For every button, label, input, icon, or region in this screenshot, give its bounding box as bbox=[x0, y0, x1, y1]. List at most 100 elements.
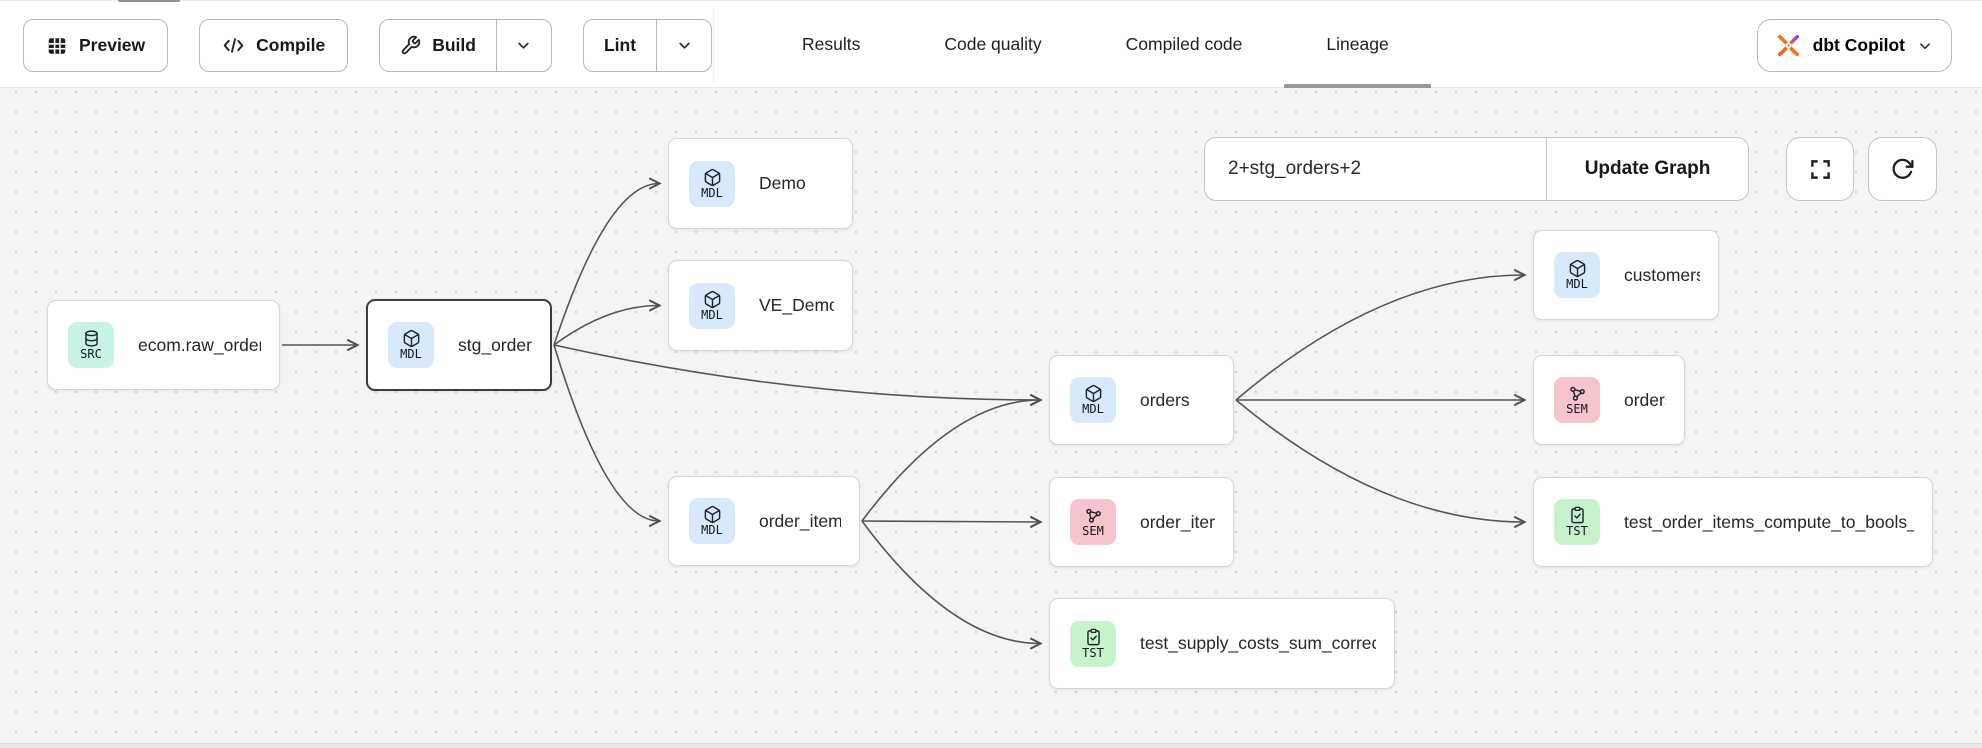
test-icon bbox=[1568, 506, 1587, 525]
lineage-canvas[interactable]: SRCecom.raw_ordersMDLstg_ordersMDLDemoMD… bbox=[0, 88, 1982, 748]
edge-order_items-to-test_supply bbox=[862, 521, 1040, 644]
build-split-button: Build bbox=[379, 19, 552, 72]
lint-button-label: Lint bbox=[604, 35, 636, 56]
node-type-badge: SEM bbox=[1070, 499, 1116, 545]
dbt-copilot-button[interactable]: dbt Copilot bbox=[1757, 19, 1952, 72]
lineage-selector-input[interactable] bbox=[1205, 138, 1546, 200]
model-icon bbox=[703, 290, 722, 309]
build-dropdown-button[interactable] bbox=[496, 20, 551, 71]
dbt-copilot-icon bbox=[1775, 32, 1802, 59]
editor-toolbar: Preview Compile Build Lint bbox=[23, 19, 712, 72]
edge-stg_orders-to-orders_mdl bbox=[554, 345, 1040, 400]
node-test_order_items[interactable]: TST test_order_items_compute_to_bools_c..… bbox=[1533, 477, 1933, 567]
node-type-badge: MDL bbox=[1554, 252, 1600, 298]
wrench-icon bbox=[400, 35, 421, 56]
node-orders_mdl[interactable]: MDL orders bbox=[1049, 355, 1234, 445]
fullscreen-icon bbox=[1808, 157, 1833, 182]
refresh-graph-button[interactable] bbox=[1868, 137, 1937, 201]
node-type-label: TST bbox=[1566, 525, 1588, 538]
node-ve_demo[interactable]: MDL VE_Demo bbox=[668, 260, 853, 351]
tab-code-quality[interactable]: Code quality bbox=[902, 0, 1083, 88]
node-label: Demo bbox=[759, 173, 806, 194]
node-type-label: SEM bbox=[1082, 525, 1104, 538]
node-type-badge: MDL bbox=[1070, 377, 1116, 423]
node-order_items[interactable]: MDL order_items bbox=[668, 476, 860, 566]
node-type-badge: MDL bbox=[689, 498, 735, 544]
chevron-down-icon bbox=[514, 36, 533, 55]
node-type-label: MDL bbox=[701, 187, 723, 200]
lint-button[interactable]: Lint bbox=[584, 20, 656, 71]
top-scroll-fragment bbox=[118, 0, 180, 2]
node-label: test_supply_costs_sum_correctly bbox=[1140, 633, 1376, 654]
node-type-label: MDL bbox=[701, 309, 723, 322]
refresh-icon bbox=[1890, 157, 1915, 182]
node-label: VE_Demo bbox=[759, 295, 834, 316]
model-icon bbox=[1568, 259, 1587, 278]
node-type-badge: TST bbox=[1554, 499, 1600, 545]
node-type-badge: MDL bbox=[388, 322, 434, 368]
table-icon bbox=[46, 35, 68, 57]
node-customers[interactable]: MDL customers bbox=[1533, 230, 1719, 320]
lint-dropdown-button[interactable] bbox=[656, 20, 711, 71]
compile-button-label: Compile bbox=[256, 35, 325, 56]
lineage-filter-group: Update Graph bbox=[1204, 137, 1749, 201]
preview-button-label: Preview bbox=[79, 35, 145, 56]
node-type-label: SRC bbox=[80, 348, 102, 361]
node-type-label: MDL bbox=[1082, 403, 1104, 416]
fullscreen-button[interactable] bbox=[1786, 137, 1854, 201]
node-type-badge: MDL bbox=[689, 161, 735, 207]
header-bar: Preview Compile Build Lint ResultsCode q… bbox=[0, 0, 1982, 88]
node-type-label: MDL bbox=[400, 348, 422, 361]
node-type-label: MDL bbox=[701, 524, 723, 537]
result-tabs: ResultsCode qualityCompiled codeLineage bbox=[760, 0, 1431, 88]
node-type-badge: TST bbox=[1070, 621, 1116, 667]
node-raw_orders[interactable]: SRC ecom.raw_orders bbox=[47, 300, 280, 390]
model-icon bbox=[1084, 384, 1103, 403]
semantic-model-icon bbox=[1084, 506, 1103, 525]
edge-order_items-to-orders_mdl bbox=[862, 400, 1040, 521]
node-type-badge: SRC bbox=[68, 322, 114, 368]
edge-stg_orders-to-order_items bbox=[554, 345, 659, 521]
tab-results[interactable]: Results bbox=[760, 0, 902, 88]
node-type-badge: MDL bbox=[689, 283, 735, 329]
node-type-badge: SEM bbox=[1554, 377, 1600, 423]
model-icon bbox=[703, 168, 722, 187]
node-label: ecom.raw_orders bbox=[138, 335, 261, 356]
node-type-label: TST bbox=[1082, 647, 1104, 660]
node-label: stg_orders bbox=[458, 335, 532, 356]
node-label: orders bbox=[1624, 390, 1666, 411]
node-label: order_items bbox=[759, 511, 841, 532]
build-button[interactable]: Build bbox=[380, 20, 496, 71]
tab-lineage[interactable]: Lineage bbox=[1284, 0, 1430, 88]
canvas-bottom-edge bbox=[0, 743, 1982, 748]
semantic-model-icon bbox=[1568, 384, 1587, 403]
chevron-down-icon bbox=[1916, 37, 1934, 55]
test-icon bbox=[1084, 628, 1103, 647]
node-label: customers bbox=[1624, 265, 1700, 286]
build-button-label: Build bbox=[432, 35, 476, 56]
node-orders_sem[interactable]: SEM orders bbox=[1533, 355, 1685, 445]
edge-stg_orders-to-demo bbox=[554, 184, 659, 346]
edge-stg_orders-to-ve_demo bbox=[554, 306, 659, 346]
node-test_supply[interactable]: TST test_supply_costs_sum_correctly bbox=[1049, 598, 1395, 689]
toolbar-tabs-divider bbox=[713, 5, 714, 83]
node-stg_orders[interactable]: MDL stg_orders bbox=[366, 299, 552, 391]
node-order_item_sem[interactable]: SEM order_item bbox=[1049, 477, 1234, 567]
node-demo[interactable]: MDL Demo bbox=[668, 138, 853, 229]
node-label: order_item bbox=[1140, 512, 1215, 533]
node-type-label: MDL bbox=[1566, 278, 1588, 291]
edge-order_items-to-order_item_sem bbox=[862, 521, 1040, 522]
model-icon bbox=[402, 329, 421, 348]
model-icon bbox=[703, 505, 722, 524]
preview-button[interactable]: Preview bbox=[23, 19, 168, 72]
lint-split-button: Lint bbox=[583, 19, 712, 72]
tab-compiled-code[interactable]: Compiled code bbox=[1084, 0, 1285, 88]
node-label: test_order_items_compute_to_bools_c... bbox=[1624, 512, 1914, 533]
node-label: orders bbox=[1140, 390, 1190, 411]
chevron-down-icon bbox=[675, 36, 694, 55]
node-type-label: SEM bbox=[1566, 403, 1588, 416]
edge-orders_mdl-to-customers bbox=[1236, 275, 1524, 400]
compile-button[interactable]: Compile bbox=[199, 19, 348, 72]
update-graph-button[interactable]: Update Graph bbox=[1546, 138, 1748, 200]
code-icon bbox=[222, 34, 245, 57]
